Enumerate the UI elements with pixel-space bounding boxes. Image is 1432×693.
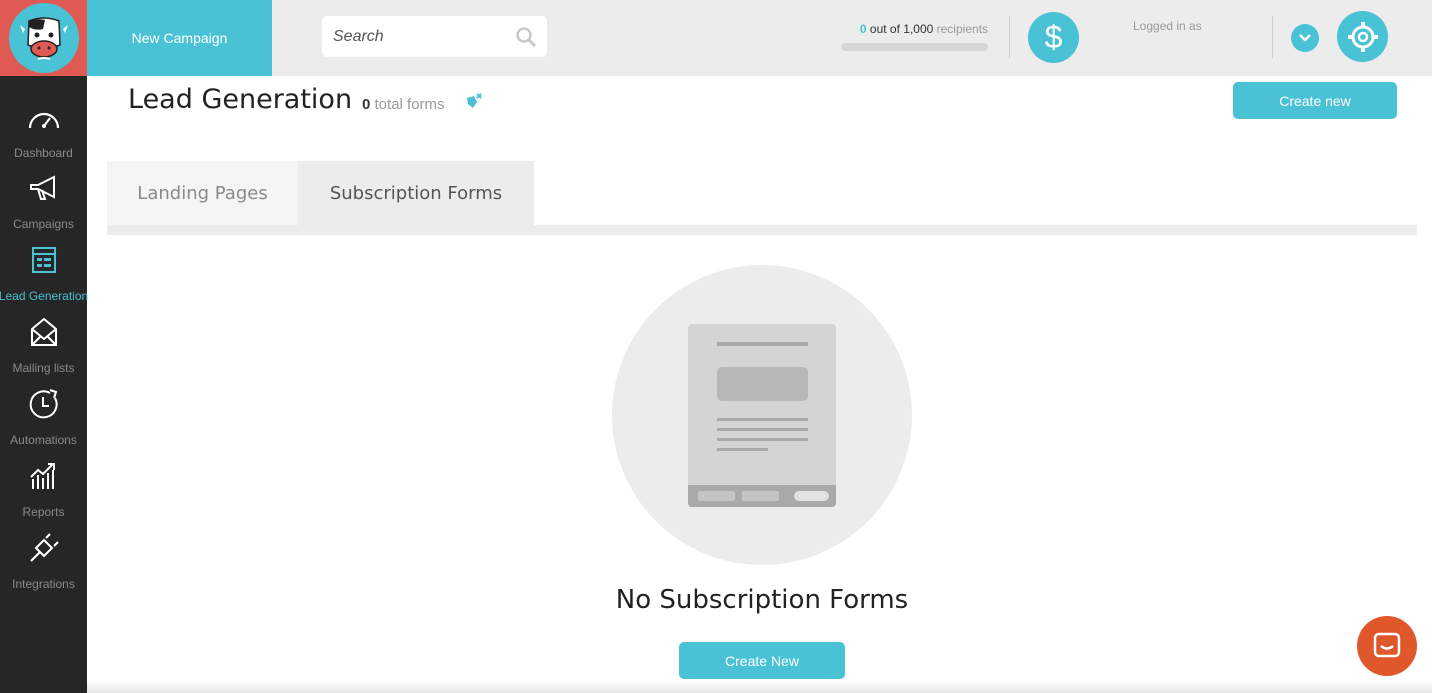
total-forms: 0 total forms xyxy=(362,96,445,113)
recipients-counter: 0 out of 1,000 recipients xyxy=(841,22,988,36)
logo-box[interactable] xyxy=(0,0,87,76)
envelope-icon xyxy=(27,315,61,349)
sidebar-item-dashboard[interactable]: Dashboard xyxy=(0,92,87,164)
chat-icon xyxy=(1373,632,1401,658)
bottom-fade xyxy=(87,680,1432,693)
tabs-underline xyxy=(107,225,1417,235)
form-illustration-icon xyxy=(688,324,836,507)
divider xyxy=(1009,16,1010,58)
divider xyxy=(1272,16,1273,58)
clock-icon xyxy=(27,387,61,421)
chart-icon xyxy=(27,459,61,493)
sidebar-item-lead-generation[interactable]: Lead Generation xyxy=(0,235,89,307)
page-title: Lead Generation xyxy=(128,84,353,115)
sidebar-item-label: Automations xyxy=(10,433,77,447)
plug-icon xyxy=(27,531,61,565)
settings-button[interactable] xyxy=(1337,11,1388,62)
sidebar-item-label: Dashboard xyxy=(14,146,73,160)
create-new-button[interactable]: Create new xyxy=(1233,82,1397,119)
recipients-suffix: recipients xyxy=(936,22,988,36)
search-box xyxy=(322,16,547,57)
sidebar-item-label: Mailing lists xyxy=(12,361,75,375)
empty-state-title: No Subscription Forms xyxy=(615,585,909,615)
gear-icon xyxy=(1347,21,1378,52)
pin-icon[interactable] xyxy=(465,92,483,112)
tab-landing-pages[interactable]: Landing Pages xyxy=(107,161,298,225)
sidebar-item-label: Lead Generation xyxy=(0,289,89,303)
account-menu-button[interactable] xyxy=(1291,24,1319,52)
sidebar-item-label: Campaigns xyxy=(13,217,74,231)
recipients-progress-bar xyxy=(841,43,988,51)
sidebar-item-reports[interactable]: Reports xyxy=(0,451,87,523)
sidebar-item-mailing-lists[interactable]: Mailing lists xyxy=(0,307,87,379)
sidebar-item-automations[interactable]: Automations xyxy=(0,379,87,451)
new-campaign-button[interactable]: New Campaign xyxy=(87,0,272,76)
recipients-count: 0 xyxy=(859,22,867,36)
logged-in-label: Logged in as xyxy=(1133,19,1202,33)
chat-launcher-button[interactable] xyxy=(1357,616,1417,676)
search-input[interactable] xyxy=(322,16,512,57)
create-new-form-button[interactable]: Create New xyxy=(679,642,845,679)
cow-logo-icon xyxy=(8,3,79,73)
total-forms-count: 0 xyxy=(362,96,371,113)
sidebar-item-campaigns[interactable]: Campaigns xyxy=(0,163,87,235)
topbar: New Campaign 0 out of 1,000 recipients $… xyxy=(87,0,1432,76)
total-forms-label: total forms xyxy=(374,96,445,113)
billing-button[interactable]: $ xyxy=(1028,12,1079,63)
chevron-down-icon xyxy=(1299,34,1311,42)
tab-subscription-forms[interactable]: Subscription Forms xyxy=(298,161,534,225)
gauge-icon xyxy=(27,100,61,134)
megaphone-icon xyxy=(27,171,61,205)
form-icon xyxy=(27,243,61,277)
recipients-limit: out of 1,000 xyxy=(869,22,934,36)
sidebar-item-label: Reports xyxy=(22,505,65,519)
dollar-icon: $ xyxy=(1044,19,1063,55)
search-icon[interactable] xyxy=(515,26,537,48)
